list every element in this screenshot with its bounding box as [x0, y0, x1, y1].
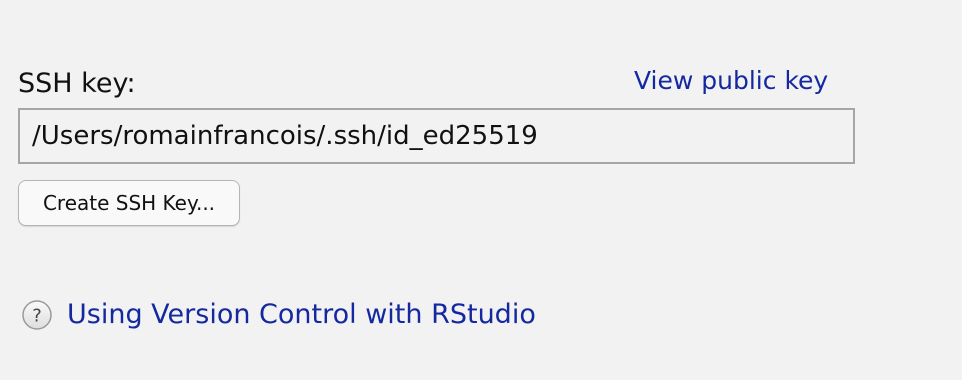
- help-question-icon[interactable]: ?: [21, 299, 53, 331]
- ssh-key-path-field[interactable]: [18, 108, 855, 164]
- svg-text:?: ?: [32, 306, 42, 327]
- create-ssh-key-button[interactable]: Create SSH Key...: [18, 180, 240, 226]
- help-row[interactable]: ? Using Version Control with RStudio: [21, 296, 536, 334]
- version-control-help-link[interactable]: Using Version Control with RStudio: [67, 296, 536, 334]
- view-public-key-link[interactable]: View public key: [634, 63, 828, 99]
- ssh-key-label: SSH key:: [18, 68, 136, 99]
